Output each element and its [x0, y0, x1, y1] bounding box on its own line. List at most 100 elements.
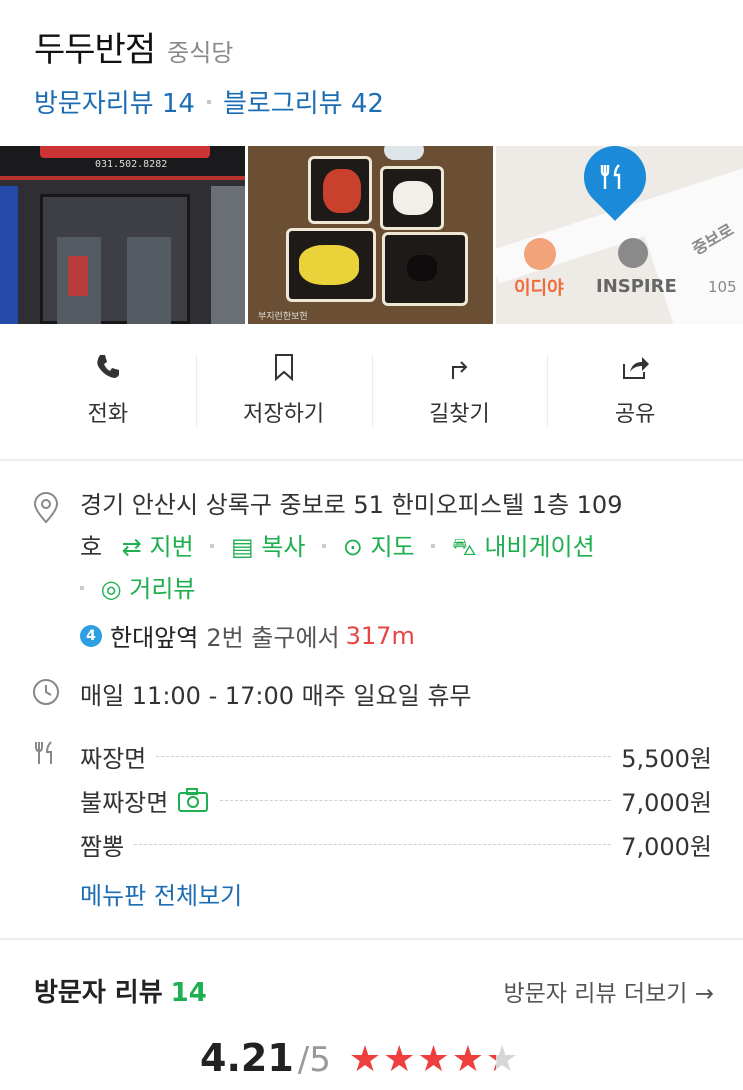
dish-radish — [380, 166, 444, 230]
jibun-label: 지번 — [149, 533, 194, 561]
directions-icon — [444, 352, 474, 386]
small-bowl — [384, 146, 424, 160]
share-button[interactable]: 공유 — [547, 340, 723, 440]
map-pin-small-icon: ⊙ — [342, 533, 363, 561]
place-title: 두두반점 — [34, 30, 156, 70]
star-icon: ★ — [451, 1039, 484, 1080]
visitor-review-label: 방문자 리뷰 — [34, 978, 163, 1008]
street-view-label: 거리뷰 — [129, 575, 196, 603]
separator-dot — [206, 99, 211, 104]
store-door — [40, 194, 190, 324]
menu-item-price: 5,500원 — [621, 744, 712, 773]
visitor-review-count: 14 — [170, 978, 207, 1008]
dish-kimchi — [308, 156, 372, 224]
location-pin-icon — [32, 492, 60, 528]
place-category: 중식당 — [167, 39, 234, 67]
photo-credit: 부지런한보현 — [258, 312, 308, 322]
partial-star-icon: ★ ★ — [485, 1039, 519, 1080]
jibun-link[interactable]: ⇄ 지번 — [122, 533, 202, 561]
food-photo[interactable]: 부지런한보현 — [248, 146, 493, 324]
business-hours: 매일 11:00 - 17:00 매주 일요일 휴무 — [80, 682, 472, 710]
rating-score: 4.21 — [200, 1036, 294, 1080]
map-link[interactable]: ⊙ 지도 — [335, 533, 422, 561]
menu-item[interactable]: 짜장면 5,500원 — [80, 734, 712, 778]
dish-danmuji — [286, 228, 376, 302]
save-button[interactable]: 저장하기 — [195, 340, 372, 440]
map-thumbnail[interactable]: 이디야 INSPIRE 중보로 105 — [496, 146, 743, 324]
call-button[interactable]: 전화 — [20, 340, 196, 440]
visitor-review-header: 방문자 리뷰 14 방문자 리뷰 더보기 → — [34, 972, 714, 1009]
menu-item-price: 7,000원 — [621, 788, 712, 817]
separator-dot — [431, 543, 436, 548]
street-view-link[interactable]: ◎ 거리뷰 — [93, 575, 196, 603]
address-text: 경기 안산시 상록구 중보로 51 한미오피스텔 1층 109 — [80, 491, 623, 519]
rating-stars: ★ ★ ★ ★ ★ ★ — [349, 1042, 518, 1078]
directions-button[interactable]: 길찾기 — [371, 340, 548, 440]
copy-label: 복사 — [261, 533, 306, 561]
red-poster — [68, 256, 88, 296]
visitor-review-more-link[interactable]: 방문자 리뷰 더보기 → — [504, 974, 715, 1008]
address-block: 경기 안산시 상록구 중보로 51 한미오피스텔 1층 109 호 ⇄ 지번 ▤… — [80, 484, 720, 610]
subway-distance: 317m — [345, 621, 415, 650]
subway-exit: 2번 출구에서 — [206, 624, 340, 652]
menu-list: 짜장면 5,500원 불짜장면 7,000원 짬뽕 7,000원 메뉴판 전체보… — [80, 734, 712, 911]
share-icon — [620, 352, 650, 386]
menu-view-all-link[interactable]: 메뉴판 전체보기 — [80, 876, 712, 911]
map-label: 지도 — [370, 533, 415, 561]
menu-item[interactable]: 짬뽕 7,000원 — [80, 822, 712, 866]
subway-station: 한대앞역 — [110, 624, 199, 652]
copy-icon: ▤ — [230, 533, 254, 561]
photo-strip: 031.502.8282 부지런한보현 이디야 INSPIRE 중보로 105 — [0, 146, 743, 324]
blog-review-link[interactable]: 블로그리뷰 42 — [223, 83, 384, 120]
car-icon: ⛍ — [451, 533, 477, 561]
kimchi-food — [323, 169, 361, 213]
separator-dot — [322, 543, 327, 548]
door-pane — [127, 237, 171, 324]
star-icon: ★ — [417, 1039, 450, 1080]
title-row: 두두반점 중식당 — [34, 22, 723, 71]
menu-leader — [156, 755, 612, 757]
menu-item-name: 짬뽕 — [80, 832, 125, 861]
menu-item-name: 짜장면 — [80, 744, 147, 773]
storefront-photo[interactable]: 031.502.8282 — [0, 146, 245, 324]
place-map-icon — [618, 238, 648, 268]
fork-knife-icon — [34, 740, 58, 770]
phone-icon — [93, 352, 123, 386]
navigation-label: 내비게이션 — [484, 533, 595, 561]
navigation-link[interactable]: ⛍ 내비게이션 — [444, 533, 595, 561]
clock-icon — [32, 678, 60, 710]
map-road — [635, 171, 743, 324]
visitor-review-link[interactable]: 방문자리뷰 14 — [34, 83, 195, 120]
share-label: 공유 — [614, 402, 656, 427]
side-wall — [211, 186, 245, 324]
blue-banner — [0, 186, 18, 324]
star-icon: ★ — [383, 1039, 416, 1080]
camera-icon[interactable] — [176, 787, 210, 813]
fork-knife-icon — [599, 162, 629, 198]
menu-leader — [134, 843, 612, 845]
radish-food — [393, 181, 433, 215]
copy-link[interactable]: ▤ 복사 — [223, 533, 313, 561]
separator-dot — [80, 585, 84, 590]
menu-item[interactable]: 불짜장면 7,000원 — [80, 778, 712, 822]
call-label: 전화 — [87, 402, 129, 427]
cafe-map-icon — [524, 238, 556, 270]
address-text-cont: 호 — [80, 533, 103, 561]
menu-leader — [220, 799, 612, 801]
star-icon: ★ — [348, 1039, 382, 1080]
subway-line-badge: 4 — [80, 624, 102, 647]
street-view-icon: ◎ — [100, 575, 122, 603]
swap-icon: ⇄ — [121, 533, 142, 561]
section-divider — [0, 938, 743, 940]
menu-item-name: 불짜장면 — [80, 788, 169, 817]
rating-out-of: /5 — [297, 1040, 331, 1080]
subway-info: 4 한대앞역 2번 출구에서 317m — [80, 618, 415, 653]
save-label: 저장하기 — [243, 402, 325, 427]
action-bar: 전화 저장하기 길찾기 공유 — [20, 340, 723, 440]
danmuji-food — [299, 245, 359, 285]
sign-phone-number: 031.502.8282 — [95, 159, 168, 170]
section-divider — [0, 459, 743, 461]
bookmark-icon — [269, 352, 299, 386]
sign-red-panel — [40, 146, 210, 158]
review-links: 방문자리뷰 14 블로그리뷰 42 — [34, 83, 723, 120]
